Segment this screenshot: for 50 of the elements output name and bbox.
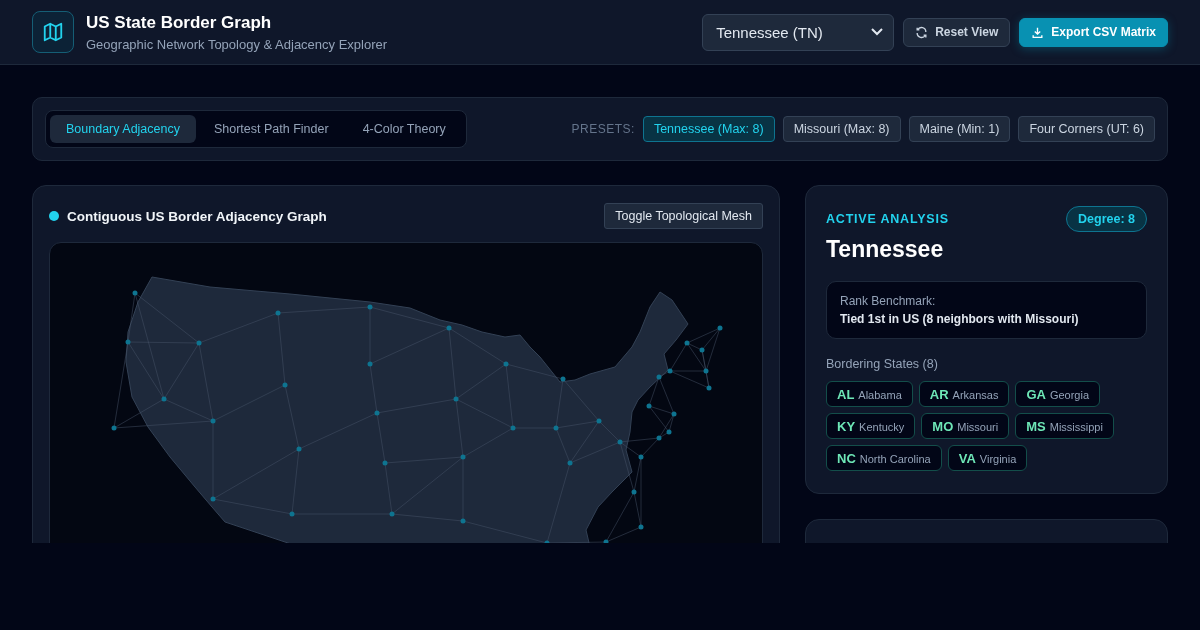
state-code: MO xyxy=(932,419,954,434)
view-tab[interactable]: Shortest Path Finder xyxy=(197,115,345,143)
map-logo xyxy=(32,11,74,53)
state-code: AR xyxy=(929,387,949,402)
preset-button[interactable]: Missouri (Max: 8) xyxy=(782,116,901,142)
view-tab[interactable]: Boundary Adjacency xyxy=(50,115,196,143)
state-chip[interactable]: VA Virginia xyxy=(947,445,1028,471)
download-icon xyxy=(1031,25,1045,39)
chevron-down-icon xyxy=(871,28,884,36)
state-chip[interactable]: NC North Carolina xyxy=(826,445,942,471)
rank-value: Tied 1st in US (8 neighbors with Missouri) xyxy=(840,312,1080,326)
state-code: MS xyxy=(1026,419,1046,434)
preset-button[interactable]: Maine (Min: 1) xyxy=(908,116,1011,142)
section-label: ACTIVE ANALYSIS xyxy=(826,212,949,226)
state-code: AL xyxy=(837,387,855,402)
state-label: Georgia xyxy=(1049,389,1090,401)
degree-badge: Degree: 8 xyxy=(1066,206,1147,232)
export-button[interactable]: Export CSV Matrix xyxy=(1019,17,1168,47)
preset-button[interactable]: Four Corners (UT: 6) xyxy=(1018,116,1155,142)
view-tab[interactable]: 4-Color Theory xyxy=(346,115,462,143)
state-code: VA xyxy=(958,451,976,466)
rank-label: Rank Benchmark: xyxy=(840,294,937,308)
state-chip[interactable]: AR Arkansas xyxy=(918,381,1010,407)
reset-button[interactable]: Reset View xyxy=(903,17,1011,47)
app-subtitle: Geographic Network Topology & Adjacency Explorer xyxy=(86,36,388,52)
toggle-mesh-button[interactable]: Toggle Topological Mesh xyxy=(604,203,763,229)
state-chip[interactable]: AL Alabama xyxy=(826,381,913,407)
state-label: Mississippi xyxy=(1049,421,1103,433)
state-chip[interactable]: MS Mississippi xyxy=(1015,413,1114,439)
state-label: North Carolina xyxy=(859,453,931,465)
app-title: US State Border Graph xyxy=(86,12,273,33)
state-label: Missouri xyxy=(957,421,999,433)
state-label: Kentucky xyxy=(859,421,905,433)
neighbors-title: Bordering States (8) xyxy=(826,357,939,371)
state-code: KY xyxy=(837,419,856,434)
state-code: GA xyxy=(1026,387,1046,402)
state-label: Arkansas xyxy=(952,389,999,401)
preset-button[interactable]: Tennessee (Max: 8) xyxy=(642,116,775,142)
state-name: Tennessee xyxy=(826,236,945,263)
state-label: Alabama xyxy=(858,389,902,401)
refresh-icon xyxy=(915,25,929,39)
graph-title: Contiguous US Border Adjacency Graph xyxy=(67,208,327,224)
state-label: Virginia xyxy=(979,453,1017,465)
state-select[interactable]: Tennessee (TN) xyxy=(702,13,895,51)
state-chip[interactable]: GA Georgia xyxy=(1015,381,1101,407)
state-chip[interactable]: MO Missouri xyxy=(921,413,1010,439)
status-dot xyxy=(49,211,59,221)
state-chip[interactable]: KY Kentucky xyxy=(826,413,916,439)
presets-label: PRESETS: xyxy=(571,122,635,136)
state-code: NC xyxy=(837,451,856,466)
